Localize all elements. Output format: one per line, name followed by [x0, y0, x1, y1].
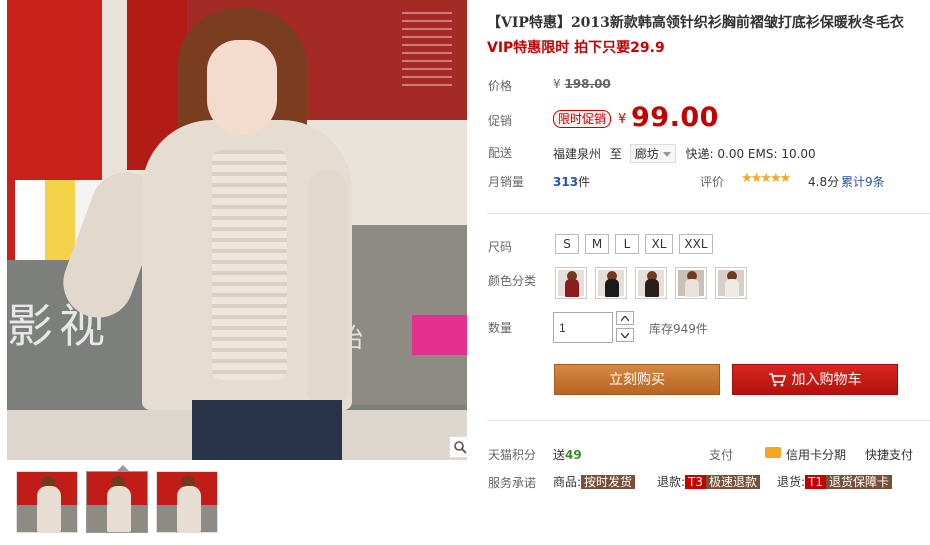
- stock-count: 库存949件: [649, 322, 708, 336]
- size-label: 尺码: [488, 240, 513, 254]
- points-amount: 49: [565, 448, 582, 462]
- color-swatch[interactable]: [715, 267, 747, 299]
- main-product-photo[interactable]: 影视 醉 始: [7, 0, 467, 460]
- color-label: 颜色分类: [488, 274, 537, 288]
- promise-return[interactable]: 退货: T1 退货保障卡: [777, 473, 893, 490]
- promise-refund-tag: 极速退款: [706, 475, 761, 489]
- shipping-origin: 福建泉州: [553, 147, 602, 161]
- promise-goods-prefix: 商品:: [553, 475, 582, 489]
- zoom-icon[interactable]: [449, 436, 467, 458]
- shipping-to: 至: [609, 147, 622, 161]
- promo-label: 促销: [488, 114, 513, 128]
- service-promise-label: 服务承诺: [488, 476, 537, 490]
- sweater-ruffle: [212, 150, 287, 380]
- rating-stars-icon: ★★★★★: [741, 171, 791, 186]
- promise-refund-prefix: 退款:: [657, 475, 686, 489]
- currency-symbol: ¥: [618, 112, 627, 127]
- model-jeans: [192, 400, 342, 460]
- monthly-sales-label: 月销量: [488, 175, 525, 189]
- promo-subtitle: VIP特惠限时 拍下只要29.9: [487, 40, 665, 56]
- sales-unit: 件: [578, 175, 591, 189]
- promise-refund-code: T3: [685, 475, 707, 489]
- shipping-info: 福建泉州 至 廊坊 快递: 0.00 EMS: 10.00: [553, 144, 816, 163]
- chevron-down-icon: [621, 332, 629, 338]
- sales-count: 313: [553, 175, 579, 189]
- model-face: [207, 40, 277, 135]
- promise-return-code: T1: [805, 475, 827, 489]
- points-label[interactable]: 天猫积分: [488, 446, 536, 463]
- promise-return-prefix: 退货:: [777, 475, 806, 489]
- add-to-cart-label: 加入购物车: [791, 372, 862, 388]
- points-value: 送49: [553, 446, 582, 463]
- promo-price: 99.00: [631, 102, 719, 133]
- cart-icon: [768, 373, 786, 387]
- product-title: 【VIP特惠】2013新款韩高领针织衫胸前褶皱打底衫保暖秋冬毛衣: [487, 15, 904, 31]
- size-option[interactable]: L: [615, 234, 639, 254]
- promo-badge: 限时促销: [553, 110, 612, 128]
- product-info-panel: 【VIP特惠】2013新款韩高领针织衫胸前褶皱打底衫保暖秋冬毛衣 VIP特惠限时…: [487, 0, 930, 545]
- currency-symbol: ¥: [553, 77, 561, 91]
- photo-bg: [412, 315, 467, 355]
- promise-refund[interactable]: 退款: T3 极速退款: [657, 473, 761, 490]
- promise-goods-tag: 按时发货: [581, 475, 636, 489]
- size-option[interactable]: XXL: [679, 234, 713, 254]
- quantity-label: 数量: [488, 321, 513, 335]
- add-to-cart-button[interactable]: 加入购物车: [732, 364, 898, 395]
- buy-now-button[interactable]: 立刻购买: [554, 364, 720, 395]
- installment-link[interactable]: 信用卡分期: [786, 446, 846, 463]
- thumbnail[interactable]: [86, 471, 148, 533]
- thumbnail-strip: [7, 460, 467, 545]
- quantity-decrease-button[interactable]: [616, 328, 634, 342]
- original-price: ¥ 198.00: [553, 77, 611, 91]
- review-count-link[interactable]: 累计9条: [841, 173, 885, 190]
- quantity-increase-button[interactable]: [616, 311, 634, 325]
- destination-select[interactable]: 廊坊: [629, 144, 676, 163]
- points-prefix: 送: [553, 448, 566, 462]
- rating-score: 4.8分: [808, 175, 840, 189]
- size-option[interactable]: S: [555, 234, 579, 254]
- price-label: 价格: [488, 79, 513, 93]
- shipping-label: 配送: [488, 146, 513, 160]
- color-swatch[interactable]: [595, 267, 627, 299]
- photo-bg: [402, 12, 452, 92]
- shipping-fees: 快递: 0.00 EMS: 10.00: [685, 147, 816, 161]
- model-arm: [307, 170, 347, 410]
- original-price-value: 198.00: [564, 77, 611, 91]
- chevron-up-icon: [621, 315, 629, 321]
- size-option[interactable]: XL: [645, 234, 673, 254]
- color-swatch[interactable]: [555, 267, 587, 299]
- thumbnail[interactable]: [156, 471, 218, 533]
- size-option[interactable]: M: [585, 234, 609, 254]
- divider: [487, 420, 930, 421]
- chevron-down-icon: [662, 152, 671, 157]
- quick-pay-link[interactable]: 快捷支付: [865, 446, 913, 463]
- monthly-sales: 313件: [553, 173, 590, 190]
- rating-label: 评价: [700, 175, 725, 189]
- divider: [487, 213, 930, 214]
- payment-label: 支付: [709, 448, 734, 462]
- promise-return-tag: 退货保障卡: [826, 475, 893, 489]
- promise-goods[interactable]: 商品: 按时发货: [553, 473, 636, 490]
- color-swatch[interactable]: [635, 267, 667, 299]
- quantity-input[interactable]: [553, 312, 613, 343]
- thumbnail[interactable]: [16, 471, 78, 533]
- credit-card-icon: [765, 447, 781, 458]
- destination-value: 廊坊: [634, 147, 659, 161]
- color-swatch[interactable]: [675, 267, 707, 299]
